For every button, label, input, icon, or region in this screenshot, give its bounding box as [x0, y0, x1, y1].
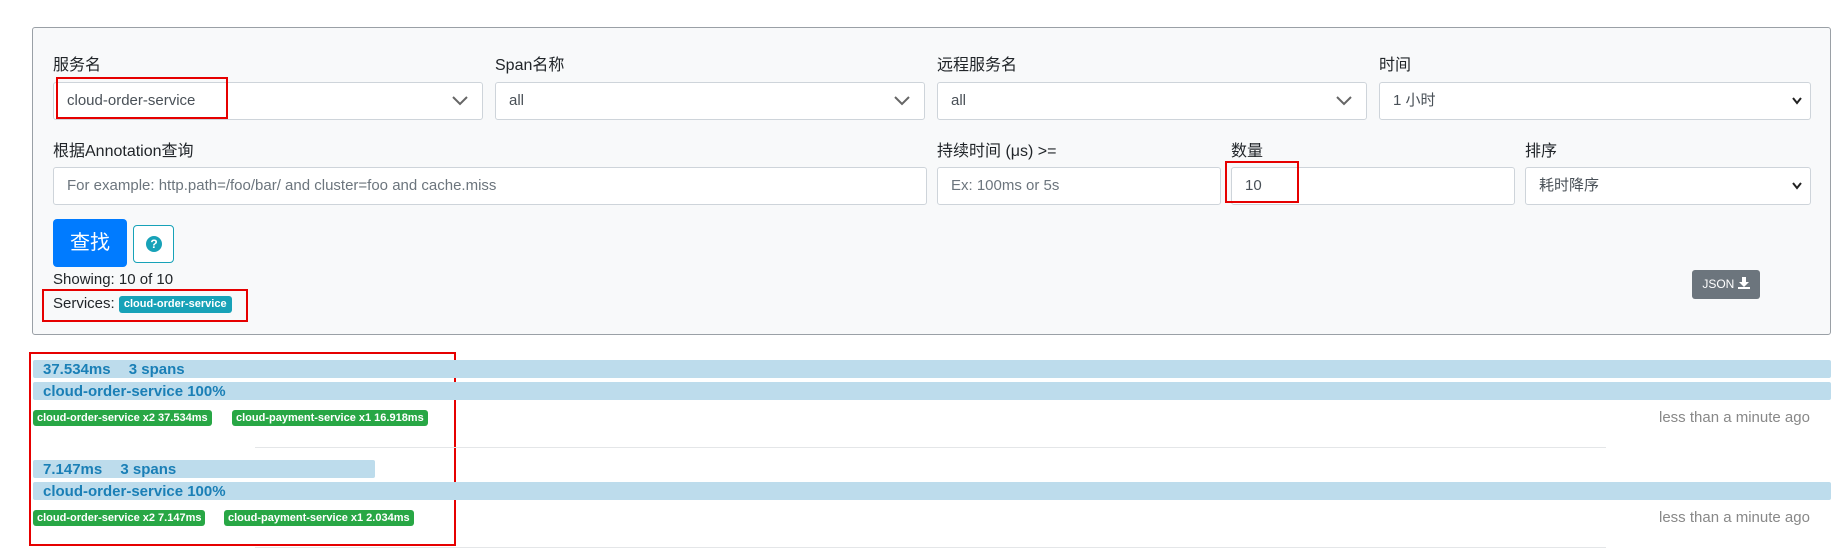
service-name-select[interactable]: cloud-order-service: [53, 82, 483, 120]
trace-service-line: cloud-order-service 100%: [43, 483, 226, 500]
services-row: Services: cloud-order-service: [53, 295, 232, 313]
service-duration-badge: cloud-payment-service x1 16.918ms: [232, 410, 428, 426]
trace-span-count: 3 spans: [128, 361, 185, 378]
caret-down-icon: [1792, 83, 1802, 105]
sort-label: 排序: [1525, 143, 1558, 160]
question-circle-icon: ?: [146, 236, 162, 252]
annotation-query-input[interactable]: For example: http.path=/foo/bar/ and clu…: [53, 167, 927, 205]
service-duration-badge: cloud-order-service x2 37.534ms: [33, 410, 212, 426]
service-name-value: cloud-order-service: [67, 92, 196, 109]
services-label: Services:: [53, 295, 115, 312]
trace-time-ago: less than a minute ago: [1659, 509, 1810, 526]
showing-count: Showing: 10 of 10: [53, 271, 174, 288]
help-button[interactable]: ?: [133, 225, 174, 263]
span-name-value: all: [509, 92, 525, 109]
caret-down-icon: [1792, 168, 1802, 190]
remote-service-label: 远程服务名: [937, 57, 1018, 74]
service-percentage-bar: [33, 482, 1831, 500]
chevron-down-icon: [894, 83, 910, 106]
remote-service-select[interactable]: all: [937, 82, 1367, 120]
service-percentage-bar: [33, 382, 1831, 400]
service-badge[interactable]: cloud-order-service: [118, 296, 232, 313]
remote-service-value: all: [951, 92, 967, 109]
count-label: 数量: [1231, 143, 1264, 160]
trace-summary: 37.534ms 3 spans: [43, 361, 185, 378]
trace-time-ago: less than a minute ago: [1659, 409, 1810, 426]
span-name-select[interactable]: all: [495, 82, 925, 120]
search-panel: 服务名 cloud-order-service Span名称 all 远程服务名…: [32, 27, 1831, 335]
duration-input[interactable]: Ex: 100ms or 5s: [937, 167, 1221, 205]
trace-summary: 7.147ms 3 spans: [43, 461, 176, 478]
annotation-query-placeholder: For example: http.path=/foo/bar/ and clu…: [67, 177, 497, 194]
trace-duration-bar: [33, 360, 1831, 378]
download-icon: [1737, 277, 1750, 289]
trace-span-count: 3 spans: [120, 461, 177, 478]
trace-duration: 7.147ms: [43, 461, 103, 478]
service-duration-badge: cloud-order-service x2 7.147ms: [33, 510, 206, 526]
count-value: 10: [1245, 177, 1262, 194]
json-download-button[interactable]: JSON: [1692, 270, 1760, 299]
chevron-down-icon: [1336, 83, 1352, 106]
sort-select[interactable]: 耗时降序: [1525, 167, 1811, 205]
trace-divider: [255, 447, 1606, 448]
sort-value: 耗时降序: [1539, 177, 1600, 194]
service-name-label: 服务名: [53, 57, 102, 74]
time-label: 时间: [1379, 57, 1412, 74]
trace-service-line: cloud-order-service 100%: [43, 383, 226, 400]
service-duration-badge: cloud-payment-service x1 2.034ms: [224, 510, 414, 526]
chevron-down-icon: [452, 83, 468, 106]
count-input[interactable]: 10: [1231, 167, 1515, 205]
json-button-label: JSON: [1702, 277, 1735, 291]
duration-placeholder: Ex: 100ms or 5s: [951, 177, 1060, 194]
annotation-query-label: 根据Annotation查询: [53, 143, 194, 160]
trace-duration: 37.534ms: [43, 361, 111, 378]
time-select[interactable]: 1 小时: [1379, 82, 1811, 120]
find-button[interactable]: 查找: [53, 219, 127, 267]
trace-divider: [255, 547, 1606, 548]
time-value: 1 小时: [1393, 92, 1436, 109]
duration-label: 持续时间 (μs) >=: [937, 143, 1057, 160]
span-name-label: Span名称: [495, 57, 565, 74]
